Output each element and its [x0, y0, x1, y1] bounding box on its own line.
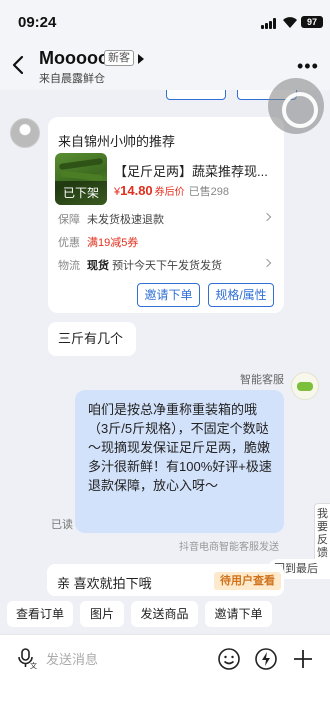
stock-tag: 现货	[87, 260, 109, 272]
read-status: 已读	[51, 519, 73, 531]
agent-avatar	[291, 372, 319, 400]
signal-icon	[261, 18, 277, 29]
delivery-estimate: 预计今天下午发货发货	[112, 260, 223, 272]
chevron-right-icon	[262, 258, 272, 268]
agent-label: 智能客服	[240, 374, 284, 386]
price-row: ¥14.80 券后价 已售298	[114, 183, 229, 199]
battery-icon: 97	[301, 16, 323, 28]
chat-title[interactable]: Mooooo	[39, 48, 109, 69]
info-value: 现货 预计今天下午发货发货	[87, 257, 222, 273]
avatar[interactable]	[10, 118, 40, 148]
info-value: 未发货极速退款	[87, 214, 164, 226]
coupon-note: 券后价	[154, 187, 185, 198]
emoji-icon[interactable]	[217, 647, 241, 671]
back-icon[interactable]	[10, 54, 28, 76]
sent-by-note: 抖音电商智能客服发送	[179, 542, 279, 553]
product-card[interactable]: 来自锦州小帅的推荐 已下架 【足斤足两】蔬菜推荐现... ¥14.80 券后价 已售…	[48, 117, 284, 313]
view-order-button[interactable]: 查看订单	[7, 601, 73, 627]
message-input[interactable]	[46, 644, 206, 674]
send-product-button[interactable]: 发送商品	[131, 601, 198, 627]
invite-order-quick-button[interactable]: 邀请下单	[205, 601, 272, 627]
product-name[interactable]: 【足斤足两】蔬菜推荐现...	[114, 161, 268, 180]
input-bar: 文	[0, 634, 330, 682]
guarantee-row[interactable]: 保障 未发货极速退款	[58, 211, 276, 227]
quick-reply-icon[interactable]	[254, 647, 278, 671]
image-button[interactable]: 图片	[80, 601, 124, 627]
floating-assist-button[interactable]	[268, 78, 324, 134]
status-time: 09:24	[18, 14, 57, 31]
arrow-right-icon[interactable]	[138, 54, 144, 64]
info-label: 优惠	[58, 237, 80, 249]
invite-order-button[interactable]: 邀请下单	[137, 283, 200, 307]
quick-message: 亲 喜欢就拍下哦 待用户查看	[47, 564, 284, 596]
card-header: 来自锦州小帅的推荐	[58, 134, 176, 149]
home-indicator-area	[0, 682, 330, 714]
status-bar: 09:24 97	[0, 0, 330, 44]
info-label: 保障	[58, 214, 80, 226]
info-value: 满19减5券	[87, 237, 139, 249]
new-customer-badge: 新客	[104, 50, 134, 66]
quick-message-text: 亲 喜欢就拍下哦	[57, 576, 152, 591]
quick-action-bar: 查看订单 图片 发送商品 邀请下单	[0, 598, 330, 632]
discount-row[interactable]: 优惠 满19减5券	[58, 234, 276, 250]
user-message-bubble: 三斤有几个	[48, 322, 136, 356]
agent-message-bubble: 咱们是按总净重称重装箱的哦（3斤/5斤规格），不固定个数哒～现摘现发保证足斤足两…	[75, 390, 284, 533]
more-icon[interactable]: •••	[297, 57, 319, 75]
product-image[interactable]: 已下架	[55, 153, 107, 205]
info-label: 物流	[58, 260, 80, 272]
voice-input-icon[interactable]: 文	[16, 647, 38, 669]
svg-text:文: 文	[30, 661, 37, 669]
product-price: 14.80	[120, 183, 153, 198]
offshelf-label: 已下架	[55, 181, 107, 205]
plus-icon[interactable]	[291, 647, 315, 671]
wifi-icon	[283, 17, 297, 28]
pending-view-badge: 待用户查看	[214, 572, 281, 590]
sold-count: 已售298	[188, 186, 230, 198]
spec-button[interactable]: 规格/属性	[208, 283, 274, 307]
logistics-row[interactable]: 物流 现货 预计今天下午发货发货	[58, 257, 276, 273]
chevron-right-icon	[262, 212, 272, 222]
chat-subtitle: 来自晨露鲜仓	[39, 73, 105, 85]
